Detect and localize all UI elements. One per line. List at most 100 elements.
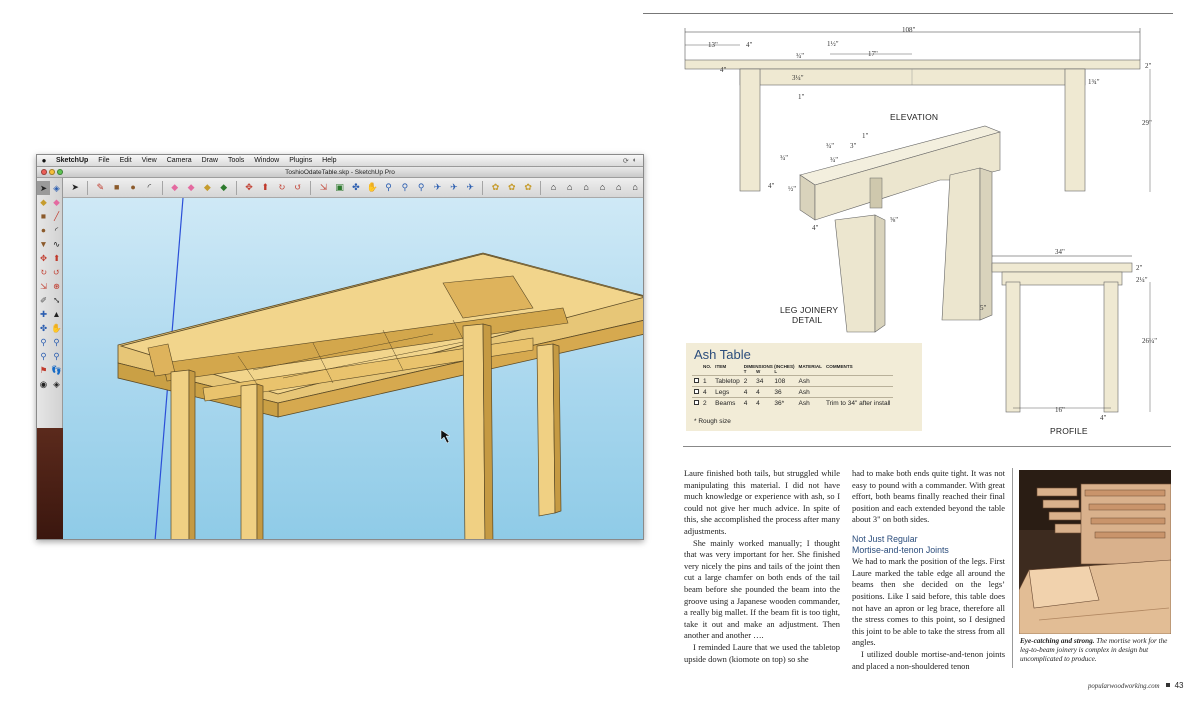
views-back-icon[interactable]: ⌂ (612, 181, 625, 195)
position-camera-icon[interactable]: ✈ (464, 181, 477, 195)
arc-icon[interactable]: ◜ (143, 181, 156, 195)
paint-bucket-icon[interactable]: ◆ (184, 181, 197, 195)
checkbox[interactable] (694, 377, 699, 383)
menu-file[interactable]: File (93, 157, 114, 164)
circle-icon[interactable]: ● (126, 181, 139, 195)
offset-icon[interactable]: ⊛ (50, 279, 63, 293)
axes-icon[interactable]: ✤ (37, 321, 50, 335)
rectangle-icon[interactable]: ■ (37, 209, 50, 223)
rectangle-icon[interactable]: ■ (110, 181, 123, 195)
menu-view[interactable]: View (137, 157, 162, 164)
zoom-window-icon[interactable]: ⚲ (398, 181, 411, 195)
menu-camera[interactable]: Camera (162, 157, 197, 164)
menu-help[interactable]: Help (317, 157, 341, 164)
main-toolbar: ➤ ✎ ■ ● ◜ ◆ ◆ ◆ ◆ ✥ ⬆ ↻ ↺ ⇲ ▣ ✤ ✋ ⚲ ⚲ ⚲ … (63, 178, 643, 198)
dim-detail-4b: 4" (812, 224, 819, 232)
dim-detail-3-4c: ¾" (830, 156, 838, 164)
next-view-icon[interactable]: ✈ (447, 181, 460, 195)
views-left-icon[interactable]: ⌂ (628, 181, 641, 195)
model-viewport[interactable] (63, 198, 643, 539)
dim-13: 13" (708, 41, 718, 49)
pencil-icon[interactable]: ✎ (94, 181, 107, 195)
follow-me-icon[interactable]: ↺ (50, 265, 63, 279)
select-arrow-icon[interactable]: ➤ (69, 181, 82, 195)
checkbox[interactable] (694, 399, 699, 405)
scale-icon[interactable]: ⇲ (317, 181, 330, 195)
line-icon[interactable]: ╱ (50, 209, 63, 223)
move-icon[interactable]: ✥ (37, 251, 50, 265)
position-camera-icon[interactable]: ⚑ (37, 363, 50, 377)
eraser-icon[interactable]: ◆ (50, 195, 63, 209)
component-icon[interactable]: ✿ (489, 181, 502, 195)
menu-sketchup[interactable]: SketchUp (51, 157, 93, 164)
pan-icon[interactable]: ✋ (366, 181, 379, 195)
col-dimensions: DIMENSIONS (INCHES) (743, 364, 795, 369)
dim-detail-1-2: ½" (788, 185, 796, 193)
rotate-icon[interactable]: ↻ (37, 265, 50, 279)
materials-icon[interactable]: ◆ (217, 181, 230, 195)
text-icon[interactable]: ▲ (50, 307, 63, 321)
look-around-icon[interactable]: ✿ (521, 181, 534, 195)
select-icon[interactable]: ➤ (37, 181, 50, 195)
dim-4b: 4" (720, 66, 727, 74)
footer-site[interactable]: popularwoodworking.com (1088, 683, 1160, 690)
paragraph: I reminded Laure that we used the tablet… (684, 641, 840, 664)
protractor-icon[interactable]: ✚ (37, 307, 50, 321)
tool-palette: ➤ ◈ ◆ ◆ ■ ╱ ● ◜ ▼ ∿ ✥ ⬆ ↻ ↺ ⇲ ⊛ ✐ ⤡ ✚ ▲ … (37, 178, 63, 428)
scale-icon[interactable]: ⇲ (37, 279, 50, 293)
menu-plugins[interactable]: Plugins (284, 157, 317, 164)
zoom-window-icon[interactable]: ⚲ (50, 349, 63, 363)
eraser-icon[interactable]: ◆ (168, 181, 181, 195)
views-top-icon[interactable]: ⌂ (563, 181, 576, 195)
freehand-icon[interactable]: ∿ (50, 237, 63, 251)
follow-me-icon[interactable]: ↺ (291, 181, 304, 195)
checkbox[interactable] (694, 388, 699, 394)
col-material: MATERIAL (798, 364, 822, 369)
dim-1-1-2: 1½" (827, 40, 839, 48)
polygon-icon[interactable]: ▼ (37, 237, 50, 251)
pan-icon[interactable]: ⚲ (50, 335, 63, 349)
cut-list-title: Ash Table (694, 347, 751, 362)
tape-icon[interactable]: ◆ (201, 181, 214, 195)
tape-icon[interactable]: ✐ (37, 293, 50, 307)
dim-3-1-4: 3¼" (792, 74, 804, 82)
move-icon[interactable]: ✥ (242, 181, 255, 195)
arc-icon[interactable]: ◜ (50, 223, 63, 237)
zoom-extents-icon[interactable]: ⚲ (415, 181, 428, 195)
circle-icon[interactable]: ● (37, 223, 50, 237)
orbit-icon[interactable]: ⚲ (37, 335, 50, 349)
walk-icon[interactable]: 👣 (50, 363, 63, 377)
paint-icon[interactable]: ◆ (37, 195, 50, 209)
section-rule (683, 446, 1171, 447)
menu-edit[interactable]: Edit (115, 157, 137, 164)
offset-icon[interactable]: ▣ (333, 181, 346, 195)
zoom-icon[interactable]: ⚲ (382, 181, 395, 195)
column-divider (1012, 468, 1013, 668)
component-icon[interactable]: ◈ (50, 181, 63, 195)
walk-icon[interactable]: ✿ (505, 181, 518, 195)
views-iso-icon[interactable]: ⌂ (547, 181, 560, 195)
volume-icon[interactable]: ◐ (633, 157, 637, 165)
window-titlebar: ToshioOdateTable.skp - SketchUp Pro (37, 167, 643, 178)
cut-list-table: NO. ITEM DIMENSIONS (INCHES) MATERIAL CO… (692, 364, 893, 408)
section-icon[interactable]: ◈ (50, 377, 63, 391)
rotate-icon[interactable]: ↻ (275, 181, 288, 195)
orbit-icon[interactable]: ✤ (349, 181, 362, 195)
zoom-icon[interactable]: ⚲ (37, 349, 50, 363)
3d-text-icon[interactable]: ✋ (50, 321, 63, 335)
views-right-icon[interactable]: ⌂ (596, 181, 609, 195)
views-front-icon[interactable]: ⌂ (579, 181, 592, 195)
push-pull-icon[interactable]: ⬆ (259, 181, 272, 195)
sync-icon[interactable]: ⟳ (623, 157, 629, 165)
push-pull-icon[interactable]: ⬆ (50, 251, 63, 265)
previous-view-icon[interactable]: ✈ (431, 181, 444, 195)
menu-draw[interactable]: Draw (197, 157, 223, 164)
dimension-icon[interactable]: ⤡ (50, 293, 63, 307)
dim-detail-4a: 4" (768, 182, 775, 190)
paragraph: had to make both ends quite tight. It wa… (852, 468, 1005, 525)
apple-menu-icon[interactable]: ● (37, 156, 51, 165)
menu-window[interactable]: Window (249, 157, 284, 164)
detail-label-line1: LEG JOINERY (780, 305, 838, 315)
menu-tools[interactable]: Tools (223, 157, 249, 164)
look-around-icon[interactable]: ◉ (37, 377, 50, 391)
